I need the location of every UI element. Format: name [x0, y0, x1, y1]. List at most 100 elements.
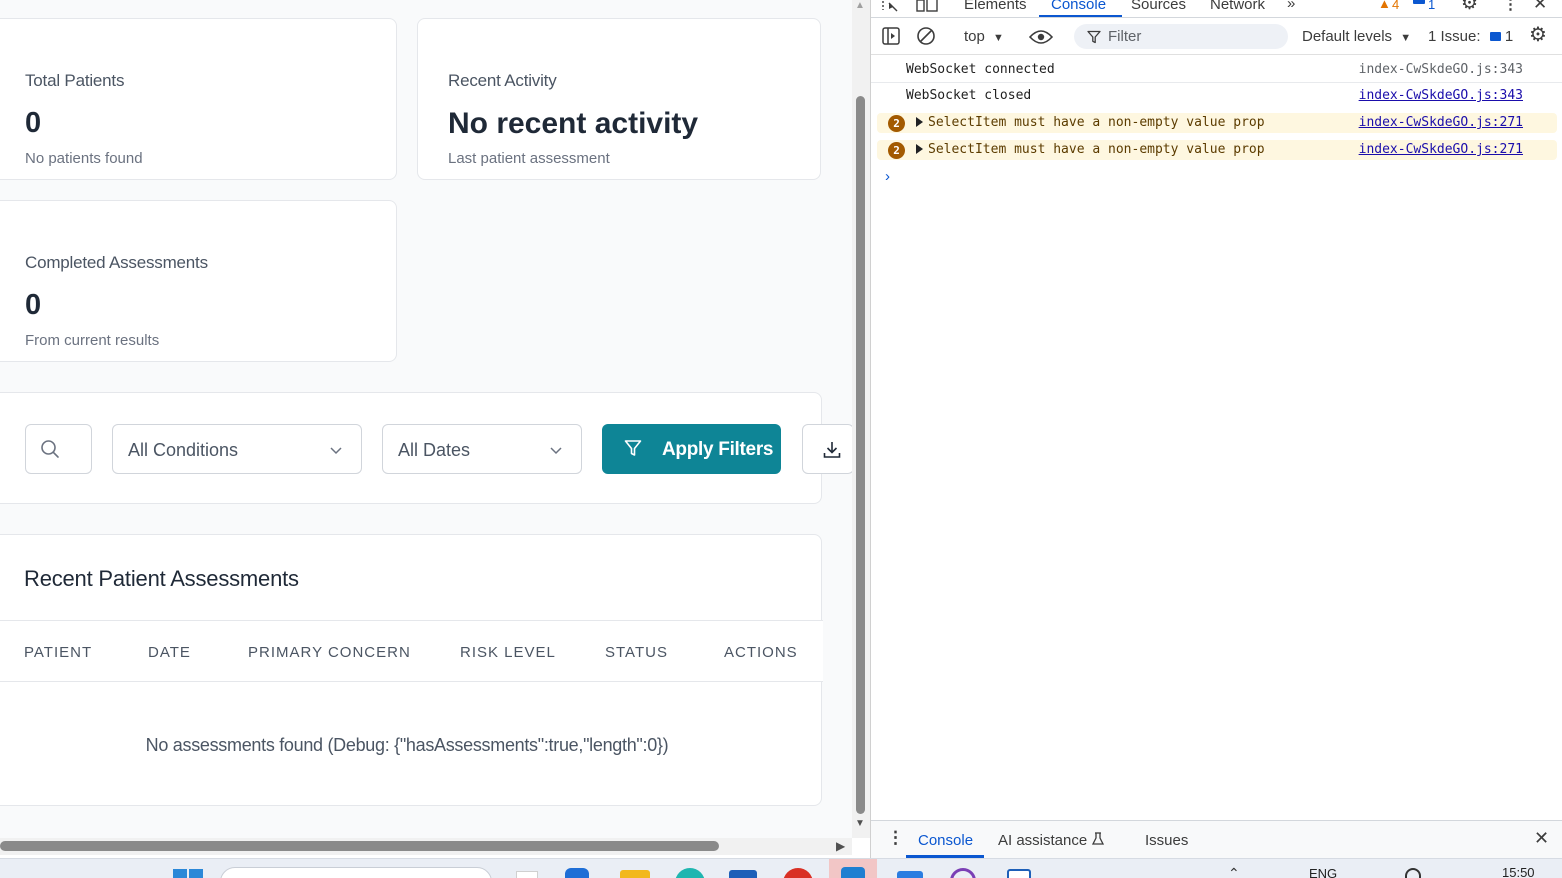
- close-devtools-icon[interactable]: ✕: [1533, 0, 1547, 14]
- log-levels-value: Default levels: [1302, 28, 1393, 45]
- drawer-tab-console[interactable]: Console: [918, 832, 973, 849]
- console-prompt-chevron-icon[interactable]: ›: [885, 168, 890, 185]
- dates-select[interactable]: All Dates: [382, 424, 582, 474]
- console-warning-entry[interactable]: 2 SelectItem must have a non-empty value…: [877, 140, 1557, 160]
- horizontal-scrollbar[interactable]: ▶: [0, 838, 852, 855]
- apply-filters-label: Apply Filters: [662, 439, 774, 460]
- warning-icon[interactable]: ▲: [1378, 0, 1391, 11]
- tray-network-icon[interactable]: [1405, 868, 1421, 878]
- app-content: Total Patients 0 No patients found Recen…: [0, 0, 852, 838]
- download-icon: [823, 442, 841, 458]
- apply-filters-button[interactable]: Apply Filters: [602, 424, 781, 474]
- vertical-scroll-thumb[interactable]: [856, 96, 865, 814]
- store-icon[interactable]: [729, 870, 757, 878]
- total-patients-subtitle: No patients found: [25, 150, 143, 167]
- settings-gear-icon[interactable]: ⚙: [1461, 0, 1478, 15]
- chrome-icon[interactable]: [783, 868, 813, 878]
- expand-triangle-icon[interactable]: [916, 117, 923, 127]
- drawer-menu-icon[interactable]: ⋮: [887, 828, 904, 848]
- completed-assessments-card: Completed Assessments 0 From current res…: [0, 200, 397, 362]
- repeat-count-badge: 2: [888, 115, 905, 132]
- scroll-up-arrow-icon[interactable]: ▲: [855, 0, 865, 11]
- edge-browser-icon[interactable]: [675, 868, 705, 878]
- filter-icon: [624, 440, 642, 456]
- console-warning-entry[interactable]: 2 SelectItem must have a non-empty value…: [877, 113, 1557, 133]
- download-button[interactable]: [802, 424, 852, 474]
- warning-message: SelectItem must have a non-empty value p…: [928, 142, 1265, 157]
- completed-assessments-value: 0: [25, 289, 42, 321]
- recent-activity-card: Recent Activity No recent activity Last …: [417, 18, 821, 180]
- file-explorer-icon[interactable]: [620, 870, 650, 878]
- log-source-link[interactable]: index-CwSkdeGO.js:271: [1359, 115, 1523, 130]
- widgets-icon[interactable]: [565, 868, 589, 878]
- context-selector-value: top: [964, 28, 985, 45]
- more-options-icon[interactable]: ⋮: [1503, 0, 1518, 13]
- search-input[interactable]: [25, 424, 92, 474]
- chevron-down-icon: [330, 447, 342, 455]
- vscode-icon[interactable]: [829, 859, 877, 878]
- close-drawer-icon[interactable]: ✕: [1534, 828, 1549, 849]
- conditions-select[interactable]: All Conditions: [112, 424, 362, 474]
- app-circle-icon[interactable]: [950, 868, 976, 878]
- tray-chevron-icon[interactable]: ⌃: [1228, 865, 1240, 878]
- live-expression-eye-icon[interactable]: [1029, 29, 1053, 45]
- scroll-right-arrow-icon[interactable]: ▶: [836, 839, 845, 853]
- search-icon: [41, 440, 59, 458]
- issues-button[interactable]: 1 Issue: 1: [1428, 28, 1513, 45]
- log-source-link[interactable]: index-CwSkdeGO.js:343: [1359, 88, 1523, 103]
- log-source-link[interactable]: index-CwSkdeGO.js:343: [1359, 62, 1523, 77]
- console-toolbar: top ▼ Filter Default levels ▼ 1 Issue: 1: [871, 19, 1562, 55]
- mail-icon[interactable]: [897, 871, 923, 878]
- taskbar-search-box[interactable]: [220, 867, 492, 878]
- message-icon[interactable]: [1413, 0, 1425, 4]
- caret-down-icon: ▼: [993, 32, 1004, 44]
- more-tabs-icon[interactable]: »: [1287, 0, 1295, 12]
- language-indicator[interactable]: ENG: [1309, 866, 1337, 878]
- sidebar-toggle-icon[interactable]: [882, 27, 900, 45]
- scroll-down-arrow-icon[interactable]: ▼: [855, 818, 865, 829]
- log-message: WebSocket connected: [906, 62, 1055, 77]
- console-filter-placeholder: Filter: [1108, 28, 1142, 45]
- console-settings-gear-icon[interactable]: ⚙: [1529, 22, 1547, 47]
- console-log-entry: WebSocket closed index-CwSkdeGO.js:343: [871, 83, 1562, 109]
- tab-sources[interactable]: Sources: [1131, 0, 1186, 13]
- warning-count[interactable]: 4: [1392, 0, 1399, 12]
- table-header: PATIENT DATE PRIMARY CONCERN RISK LEVEL …: [0, 620, 823, 682]
- table-title: Recent Patient Assessments: [24, 566, 299, 591]
- issues-label: 1 Issue:: [1428, 28, 1481, 45]
- tab-console[interactable]: Console: [1051, 0, 1106, 13]
- tab-elements[interactable]: Elements: [964, 0, 1027, 13]
- log-levels-dropdown[interactable]: Default levels ▼: [1302, 28, 1411, 45]
- console-filter-input[interactable]: Filter: [1074, 24, 1288, 49]
- drawer-tab-ai-assistance[interactable]: AI assistance: [998, 832, 1087, 849]
- total-patients-value: 0: [25, 107, 42, 139]
- message-count[interactable]: 1: [1428, 0, 1435, 12]
- expand-triangle-icon[interactable]: [916, 144, 923, 154]
- horizontal-scroll-thumb[interactable]: [0, 841, 719, 851]
- windows-start-icon[interactable]: [173, 869, 203, 878]
- drawer-tab-issues[interactable]: Issues: [1145, 832, 1188, 849]
- column-header-primary-concern: PRIMARY CONCERN: [248, 644, 411, 661]
- completed-assessments-subtitle: From current results: [25, 332, 160, 349]
- context-selector[interactable]: top ▼: [964, 28, 1004, 45]
- filter-icon: [1087, 30, 1101, 44]
- device-toolbar-icon[interactable]: [916, 0, 938, 14]
- warning-message: SelectItem must have a non-empty value p…: [928, 115, 1265, 130]
- log-source-link[interactable]: index-CwSkdeGO.js:271: [1359, 142, 1523, 157]
- task-view-icon[interactable]: [516, 871, 538, 878]
- total-patients-card: Total Patients 0 No patients found: [0, 18, 397, 180]
- recent-activity-subtitle: Last patient assessment: [448, 150, 610, 167]
- taskbar-clock[interactable]: 15:50: [1502, 865, 1535, 878]
- issues-count: 1: [1504, 28, 1514, 45]
- devtools-panel: Elements Console Sources Network » ▲ 4 1…: [870, 0, 1562, 858]
- repeat-count-badge: 2: [888, 142, 905, 159]
- tab-network[interactable]: Network: [1210, 0, 1265, 13]
- caret-down-icon: ▼: [1400, 32, 1412, 44]
- chevron-down-icon: [550, 447, 562, 455]
- clear-console-icon[interactable]: [916, 26, 936, 46]
- vertical-scrollbar[interactable]: ▲ ▼: [852, 0, 870, 838]
- calendar-icon[interactable]: [1007, 869, 1031, 878]
- active-tab-indicator: [1039, 15, 1122, 17]
- recent-activity-title: Recent Activity: [448, 71, 557, 90]
- inspect-element-icon[interactable]: [881, 0, 901, 14]
